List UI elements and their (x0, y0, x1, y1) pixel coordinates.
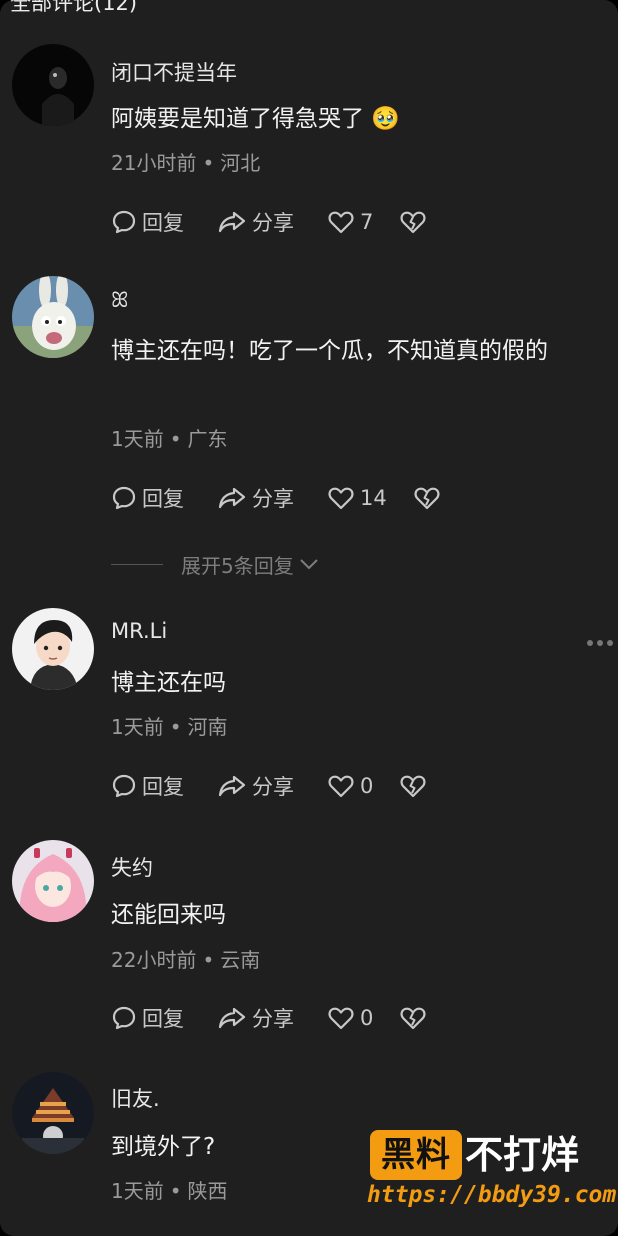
comment-meta: 22小时前 • 云南 (111, 948, 261, 972)
watermark-title: 不打烊 (465, 1133, 580, 1177)
comment-meta: 1天前 • 河南 (111, 715, 228, 739)
comment-meta: 21小时前 • 河北 (111, 151, 261, 175)
like-count: 14 (360, 486, 387, 510)
watermark: 黑料 不打烊 https://bbdy39.com (367, 1130, 616, 1225)
broken-heart-icon (400, 211, 426, 234)
like-button[interactable]: 14 (327, 483, 387, 513)
share-button[interactable]: 分享 (217, 771, 294, 801)
like-button[interactable]: 0 (327, 1003, 373, 1033)
comment-location: 云南 (220, 948, 261, 972)
comment-author[interactable]: MR.Li (111, 619, 167, 643)
reply-button[interactable]: 回复 (111, 207, 184, 237)
avatar[interactable] (12, 1072, 94, 1154)
share-arrow-icon (218, 487, 246, 509)
reply-button[interactable]: 回复 (111, 1003, 184, 1033)
anime-boy-avatar-icon (12, 608, 94, 690)
dislike-button[interactable] (399, 771, 427, 801)
dislike-button[interactable] (399, 1003, 427, 1033)
speech-bubble-icon (112, 210, 136, 234)
more-options-icon[interactable] (585, 638, 615, 648)
avatar[interactable] (12, 608, 94, 690)
share-label: 分享 (252, 1007, 294, 1031)
comments-panel: 全部评论(12) 闭口不提当年 阿姨要是知道了得急哭了 🥹 21小时前 • 河北 回… (0, 0, 618, 1236)
share-label: 分享 (252, 775, 294, 799)
like-count: 7 (360, 210, 374, 234)
comments-header: 全部评论(12) (10, 0, 138, 15)
comment-location: 广东 (187, 427, 228, 451)
avatar[interactable] (12, 44, 94, 126)
divider (111, 563, 163, 565)
comment-text: 博主还在吗！吃了一个瓜，不知道真的假的 (111, 338, 548, 364)
share-button[interactable]: 分享 (217, 483, 294, 513)
avatar[interactable] (12, 276, 94, 358)
speech-bubble-icon (112, 774, 136, 798)
like-button[interactable]: 7 (327, 207, 373, 237)
pink-hair-girl-avatar-icon (12, 840, 94, 922)
comment-location: 陕西 (187, 1179, 228, 1203)
comment-time: 22小时前 (111, 948, 197, 972)
share-label: 分享 (252, 211, 294, 235)
broken-heart-icon (400, 775, 426, 798)
reply-label: 回复 (142, 1007, 184, 1031)
comment-time: 21小时前 (111, 151, 197, 175)
comment-meta: 1天前 • 陕西 (111, 1179, 228, 1203)
heart-icon (328, 1007, 354, 1030)
comment-time: 1天前 (111, 1179, 164, 1203)
share-arrow-icon (218, 775, 246, 797)
reply-label: 回复 (142, 211, 184, 235)
comment-time: 1天前 (111, 715, 164, 739)
comment-text: 博主还在吗 (111, 670, 226, 696)
avatar[interactable] (12, 840, 94, 922)
watermark-badge: 黑料 (370, 1130, 462, 1180)
dislike-button[interactable] (399, 207, 427, 237)
heart-icon (328, 211, 354, 234)
comment-author[interactable]: 失约 (111, 852, 153, 882)
night-tower-avatar-icon (12, 1072, 94, 1154)
speech-bubble-icon (112, 486, 136, 510)
comment-time: 1天前 (111, 427, 164, 451)
expand-replies-label: 展开5条回复 (181, 553, 294, 578)
comment-location: 河北 (220, 151, 261, 175)
speech-bubble-icon (112, 1006, 136, 1030)
rabbid-avatar-icon (12, 276, 94, 358)
reply-button[interactable]: 回复 (111, 771, 184, 801)
comment-author[interactable]: 闭口不提当年 (111, 57, 237, 87)
heart-icon (328, 487, 354, 510)
share-button[interactable]: 分享 (217, 207, 294, 237)
broken-heart-icon (414, 487, 440, 510)
share-button[interactable]: 分享 (217, 1003, 294, 1033)
comment-text: 还能回来吗 (111, 902, 226, 928)
like-button[interactable]: 0 (327, 771, 373, 801)
dislike-button[interactable] (413, 483, 441, 513)
heart-icon (328, 775, 354, 798)
watermark-url: https://bbdy39.com (367, 1182, 617, 1208)
broken-heart-icon (400, 1007, 426, 1030)
share-arrow-icon (218, 211, 246, 233)
share-arrow-icon (218, 1007, 246, 1029)
reply-button[interactable]: 回复 (111, 483, 184, 513)
reply-label: 回复 (142, 487, 184, 511)
comment-text: 阿姨要是知道了得急哭了 🥹 (111, 106, 400, 132)
reply-label: 回复 (142, 775, 184, 799)
expand-replies-button[interactable]: 展开5条回复 (111, 550, 320, 578)
comment-location: 河南 (187, 715, 228, 739)
comment-meta: 1天前 • 广东 (111, 427, 228, 451)
comment-author[interactable]: ꕤ (111, 288, 128, 313)
chevron-down-icon (300, 559, 318, 570)
dark-silhouette-avatar-icon (12, 44, 94, 126)
like-count: 0 (360, 1006, 374, 1030)
like-count: 0 (360, 774, 374, 798)
comment-author[interactable]: 旧友. (111, 1083, 160, 1113)
share-label: 分享 (252, 487, 294, 511)
